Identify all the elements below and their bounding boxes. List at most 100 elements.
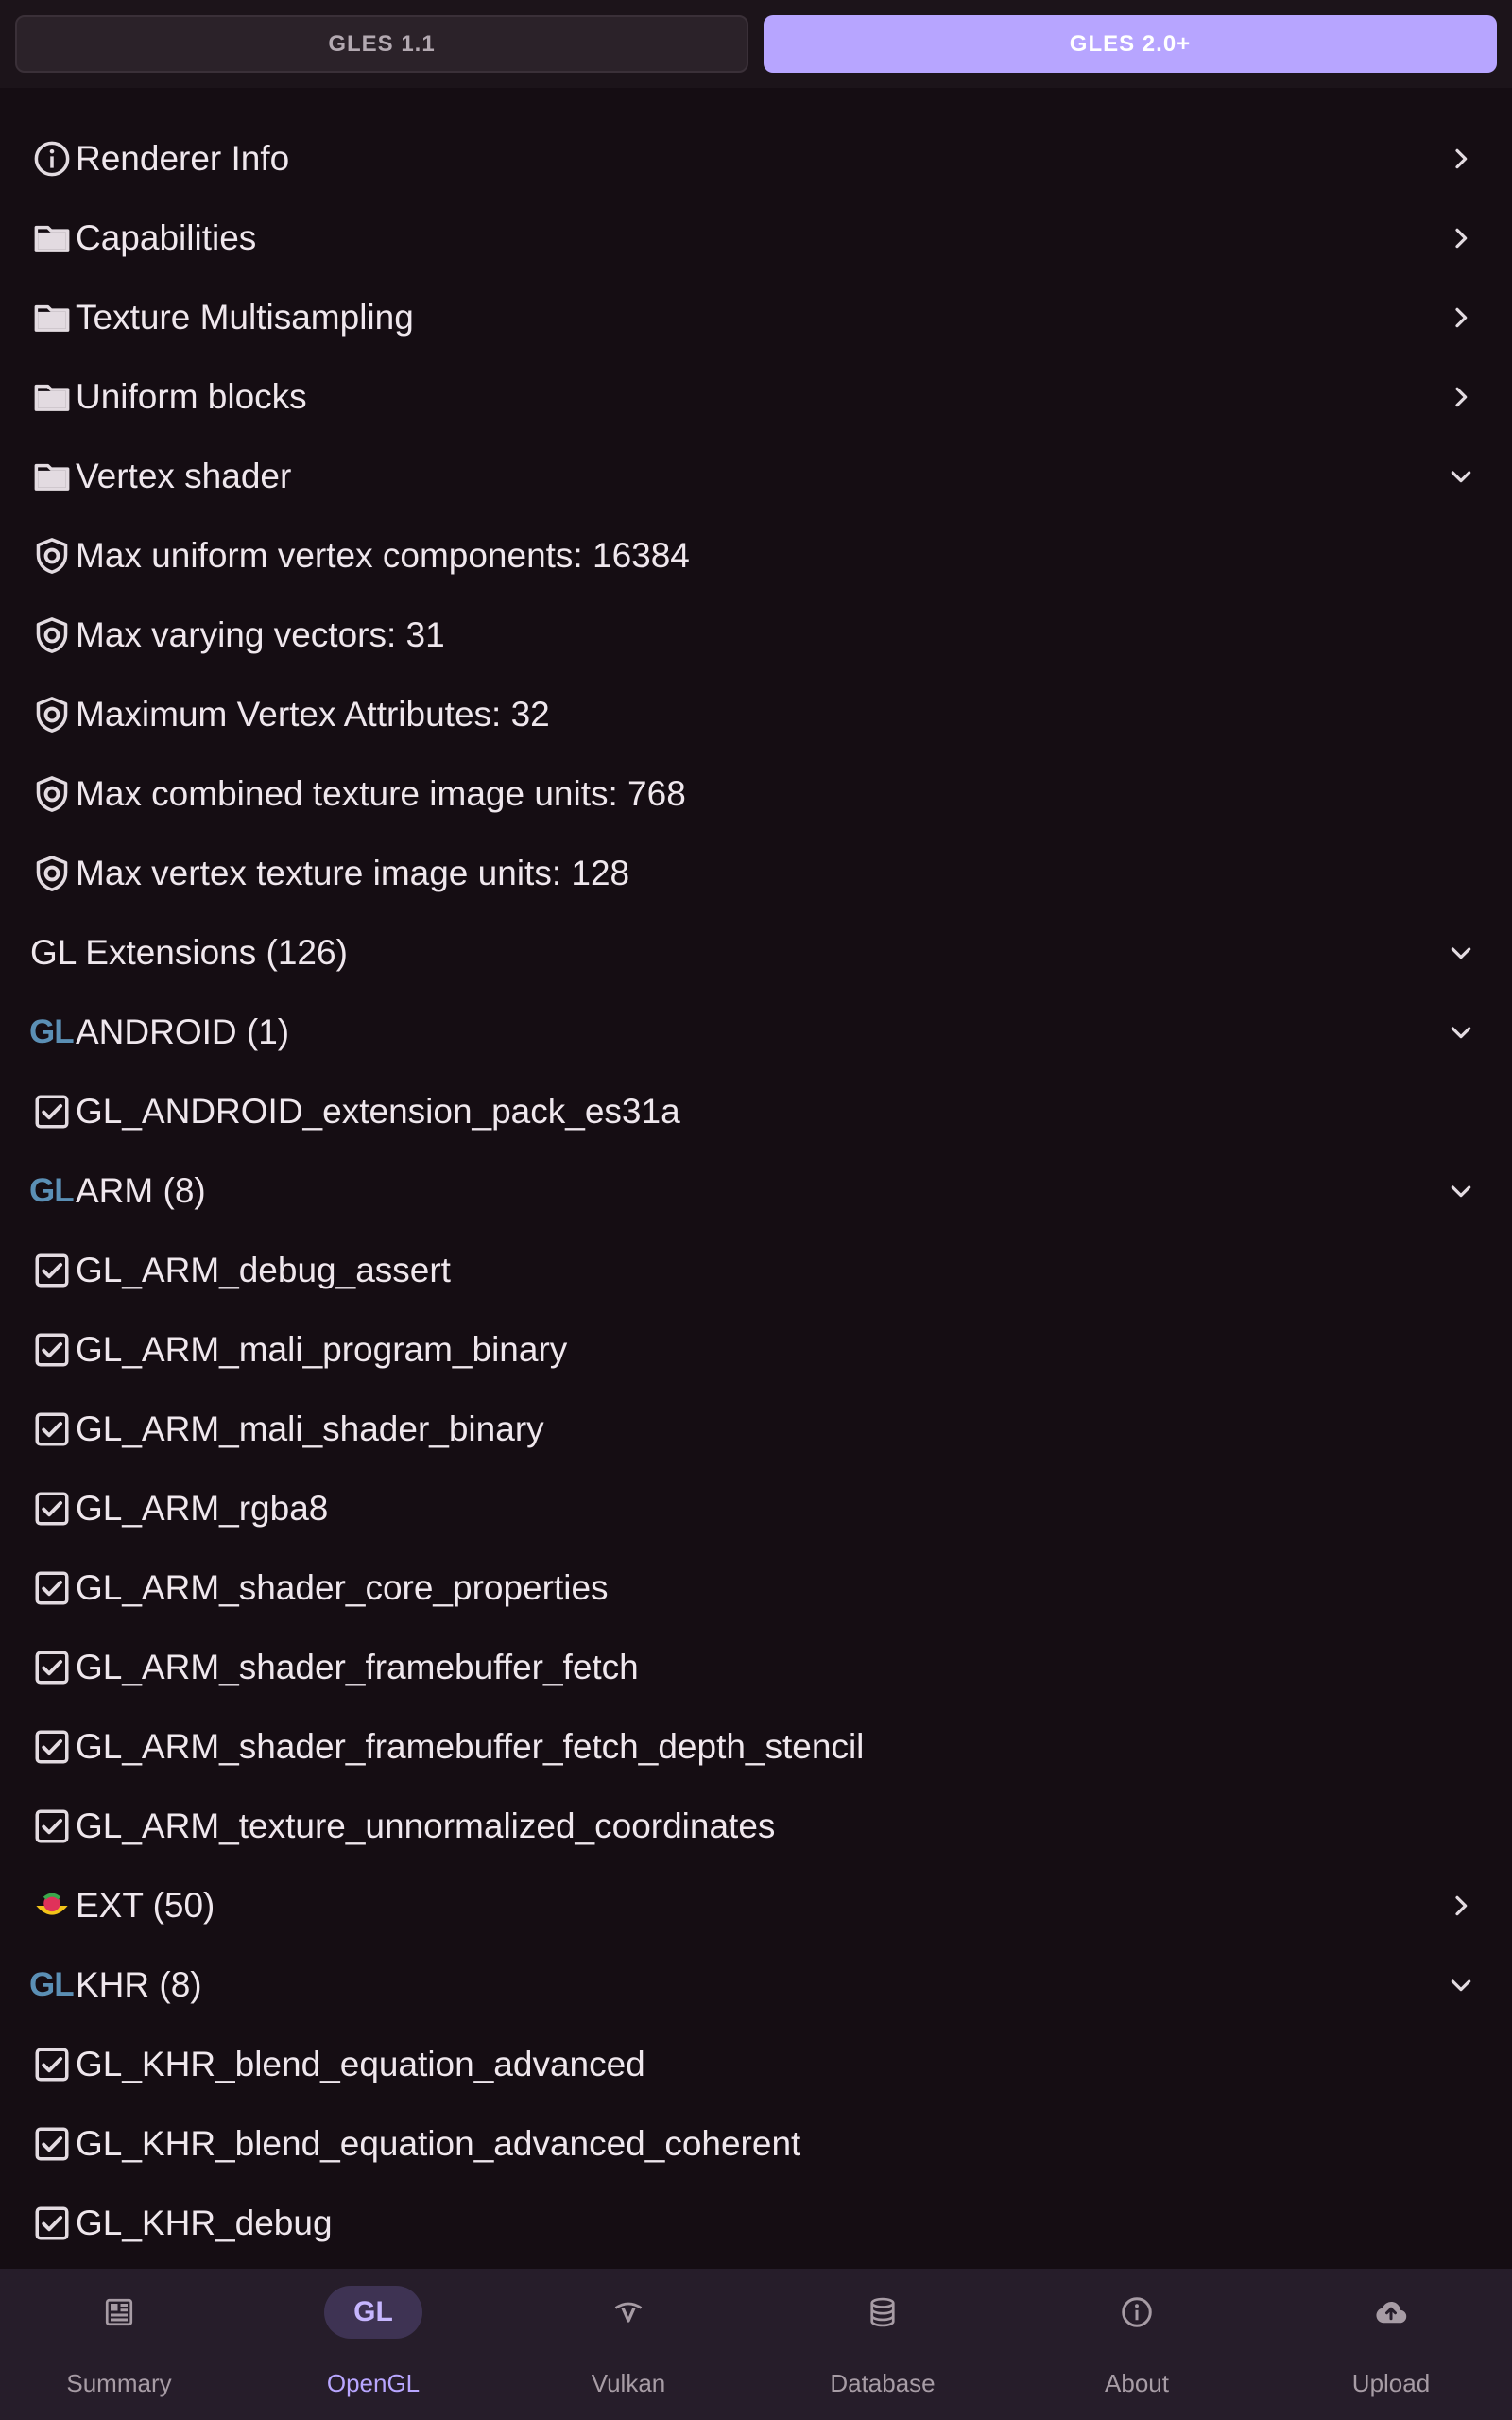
shield-icon	[31, 614, 73, 656]
row-label: Uniform blocks	[76, 377, 307, 416]
chevron-down-icon	[1446, 1970, 1476, 2000]
row-label: Texture Multisampling	[76, 298, 414, 337]
row-label: Capabilities	[76, 218, 257, 257]
list-item: GL_KHR_debug	[0, 2184, 1512, 2263]
list-item: GL_KHR_blend_equation_advanced	[0, 2025, 1512, 2104]
list-item: GL_ARM_mali_program_binary	[0, 1310, 1512, 1390]
expandable-row-arm-8[interactable]: GL ARM (8)	[0, 1151, 1512, 1231]
checkbox-icon	[31, 1567, 73, 1609]
gl-logo-icon: GL	[29, 1013, 75, 1050]
list-item: GL_ARM_shader_core_properties	[0, 1548, 1512, 1628]
expandable-row-khr-8[interactable]: GL KHR (8)	[0, 1945, 1512, 2025]
gl-logo-icon: GL	[29, 1172, 75, 1209]
list-item: Maximum Vertex Attributes: 32	[0, 675, 1512, 754]
expandable-row-uniform-blocks[interactable]: Uniform blocks	[0, 357, 1512, 437]
row-label: ARM (8)	[76, 1171, 206, 1210]
list-item: GL_ARM_rgba8	[0, 1469, 1512, 1548]
gl-logo-icon: GL	[29, 1966, 75, 2003]
chevron-right-icon	[1446, 223, 1476, 253]
nav-about[interactable]: About	[1042, 2269, 1231, 2420]
database-icon	[833, 2286, 932, 2339]
shield-icon	[31, 773, 73, 815]
list-item: GL_ARM_debug_assert	[0, 1231, 1512, 1310]
expandable-row-ext-50[interactable]: EXT (50)	[0, 1866, 1512, 1945]
checkbox-icon	[31, 1329, 73, 1371]
shield-icon	[31, 853, 73, 894]
checkbox-icon	[31, 2203, 73, 2244]
chevron-right-icon	[1446, 302, 1476, 333]
row-label: GL_ARM_texture_unnormalized_coordinates	[76, 1806, 776, 1845]
shield-icon	[31, 694, 73, 735]
row-label: Max uniform vertex components: 16384	[76, 536, 690, 575]
row-label: Max vertex texture image units: 128	[76, 854, 630, 892]
cloud-upload-icon	[1342, 2286, 1440, 2339]
row-label: Max varying vectors: 31	[76, 615, 445, 654]
row-label: GL_ARM_shader_core_properties	[76, 1568, 609, 1607]
row-label: Vertex shader	[76, 457, 292, 495]
expandable-row-texture-multisampling[interactable]: Texture Multisampling	[0, 278, 1512, 357]
list-item: Max varying vectors: 31	[0, 596, 1512, 675]
row-label: Max combined texture image units: 768	[76, 774, 686, 813]
info-icon	[1088, 2286, 1186, 2339]
row-label: ANDROID (1)	[76, 1012, 290, 1051]
nav-label: Summary	[66, 2369, 172, 2397]
chevron-right-icon	[1446, 382, 1476, 412]
row-label: GL_KHR_blend_equation_advanced_coherent	[76, 2124, 801, 2163]
chevron-down-icon	[1446, 938, 1476, 968]
bottom-navigation: Summary GL OpenGL Vulkan Database About Up…	[0, 2269, 1512, 2420]
row-label: GL_KHR_blend_equation_advanced	[76, 2045, 645, 2083]
nav-opengl[interactable]: GL OpenGL	[279, 2269, 468, 2420]
gl-logo-text: GL	[353, 2296, 393, 2327]
checkbox-icon	[31, 1250, 73, 1291]
gl-logo-icon: GL	[324, 2286, 422, 2339]
row-label: Renderer Info	[76, 139, 290, 178]
nav-label: Database	[830, 2369, 936, 2397]
chevron-down-icon	[1446, 1017, 1476, 1047]
checkbox-icon	[31, 1091, 73, 1132]
checkbox-icon	[31, 1726, 73, 1768]
checkbox-icon	[31, 1806, 73, 1847]
folder-icon	[31, 217, 73, 259]
list-item: GL_KHR_blend_equation_advanced_coherent	[0, 2104, 1512, 2184]
chevron-right-icon	[1446, 1891, 1476, 1921]
row-label: GL_KHR_debug	[76, 2204, 333, 2242]
expandable-row-vertex-shader[interactable]: Vertex shader	[0, 437, 1512, 516]
ext-logo-icon	[31, 1885, 73, 1927]
tab-gles-1-1[interactable]: GLES 1.1	[15, 15, 748, 73]
api-version-tabs: GLES 1.1 GLES 2.0+	[0, 0, 1512, 88]
row-label: GL_ARM_shader_framebuffer_fetch	[76, 1648, 639, 1686]
list-item: Max vertex texture image units: 128	[0, 834, 1512, 913]
nav-database[interactable]: Database	[788, 2269, 977, 2420]
expandable-row-android-1[interactable]: GL ANDROID (1)	[0, 993, 1512, 1072]
info-list: Renderer Info Capabilities Texture Multi…	[0, 119, 1512, 2263]
list-item: Max combined texture image units: 768	[0, 754, 1512, 834]
tab-gles-2-0-label: GLES 2.0+	[1069, 30, 1192, 57]
chevron-down-icon	[1446, 1176, 1476, 1206]
nav-summary[interactable]: Summary	[25, 2269, 214, 2420]
folder-icon	[31, 456, 73, 497]
tab-gles-2-0[interactable]: GLES 2.0+	[764, 15, 1497, 73]
list-item: GL_ANDROID_extension_pack_es31a	[0, 1072, 1512, 1151]
nav-label: Vulkan	[591, 2369, 666, 2397]
row-label: GL_ARM_mali_shader_binary	[76, 1409, 544, 1448]
expandable-row-renderer-info[interactable]: Renderer Info	[0, 119, 1512, 199]
expandable-row-capabilities[interactable]: Capabilities	[0, 199, 1512, 278]
vulkan-icon	[579, 2286, 678, 2339]
nav-label: OpenGL	[326, 2369, 421, 2397]
row-label: GL_ARM_rgba8	[76, 1489, 329, 1528]
list-item: GL_ARM_mali_shader_binary	[0, 1390, 1512, 1469]
shield-icon	[31, 535, 73, 577]
row-label: KHR (8)	[76, 1965, 202, 2004]
checkbox-icon	[31, 2044, 73, 2085]
row-label: EXT (50)	[76, 1886, 215, 1925]
row-label: GL_ARM_mali_program_binary	[76, 1330, 568, 1369]
list-item: GL_ARM_shader_framebuffer_fetch_depth_st…	[0, 1707, 1512, 1787]
expandable-row-gl-extensions-126[interactable]: GL Extensions (126)	[0, 913, 1512, 993]
nav-vulkan[interactable]: Vulkan	[534, 2269, 723, 2420]
nav-label: About	[1105, 2369, 1169, 2397]
row-label: GL Extensions (126)	[30, 933, 348, 972]
folder-icon	[31, 376, 73, 418]
summary-icon	[70, 2286, 168, 2339]
row-label: GL_ANDROID_extension_pack_es31a	[76, 1092, 680, 1131]
nav-upload[interactable]: Upload	[1297, 2269, 1486, 2420]
